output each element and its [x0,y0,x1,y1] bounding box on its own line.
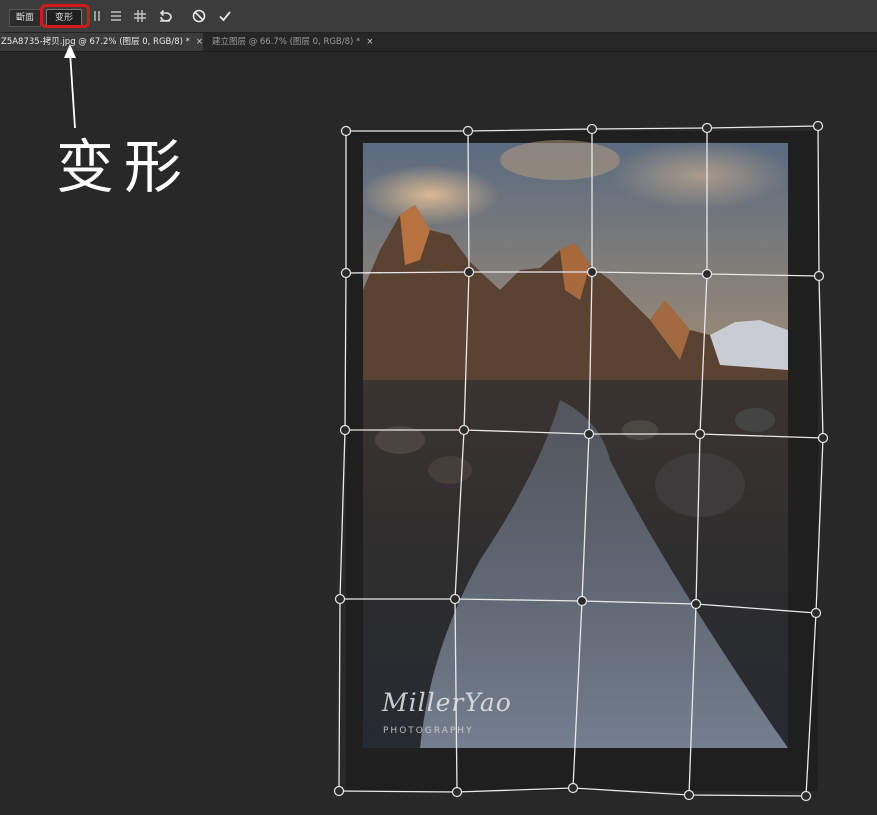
photo-image [360,140,790,748]
watermark-subtitle: PHOTOGRAPHY [383,726,474,736]
annotation-label: 变形 [56,133,193,201]
annotation-arrow [64,44,76,129]
watermark-name: MillerYao [382,688,512,717]
